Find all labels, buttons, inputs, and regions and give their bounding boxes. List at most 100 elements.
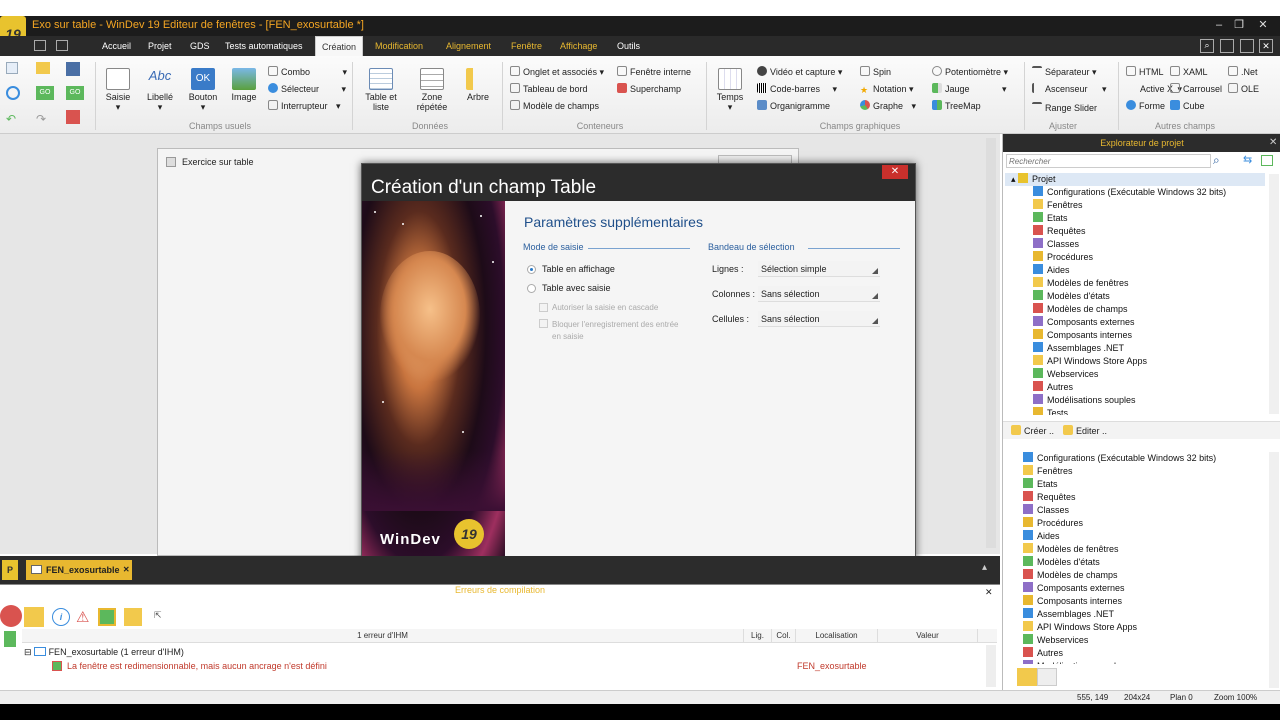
collapse-icon[interactable]: ▴ [982,562,987,573]
tree-item[interactable]: Modèles de fenêtres [1017,543,1267,556]
layout-icon[interactable] [56,40,68,51]
radio-table-saisie[interactable] [527,284,536,293]
xaml-item[interactable]: XAML [1170,64,1208,80]
tree-item[interactable]: Fenêtres [1005,199,1265,212]
carrousel-item[interactable]: Carrousel [1170,81,1222,97]
rangeslider-item[interactable]: Range Slider [1032,98,1097,114]
new-icon[interactable] [6,62,18,74]
tree-item[interactable]: Composants internes [1017,595,1267,608]
header-valeur[interactable]: Valeur [878,629,978,643]
image-error-icon[interactable] [98,608,116,626]
errors-close-icon[interactable]: ✕ [985,587,993,598]
tree-item[interactable]: Classes [1017,504,1267,517]
header-localisation[interactable]: Localisation [796,629,878,643]
libelle-button[interactable]: Abc Libellé ▾ [143,68,177,113]
maximize-icon[interactable] [1240,39,1254,53]
tree-item[interactable]: Requêtes [1005,225,1265,238]
explorer-close-icon[interactable]: ✕ [1269,137,1277,148]
menu-modification[interactable]: Modification [369,36,429,56]
close-icon[interactable]: ✕ [1259,39,1273,53]
tree-item[interactable]: Requêtes [1017,491,1267,504]
tree-item[interactable]: Fenêtres [1017,465,1267,478]
error-group-row[interactable]: ⊟ FEN_exosurtable (1 erreur d'IHM) [24,647,184,658]
tree-item[interactable]: Etats [1017,478,1267,491]
errors-scrollbar[interactable] [986,645,996,687]
tableau-bord-item[interactable]: Tableau de bord [510,81,588,97]
tab-fen-exosurtable[interactable]: FEN_exosurtable ✕ [26,560,132,580]
menu-creation[interactable]: Création [315,36,364,56]
tree-item[interactable]: Tests [1005,407,1265,415]
fenetre-interne-item[interactable]: Fenêtre interne [617,64,691,80]
forme-item[interactable]: Forme ▾ [1126,98,1176,114]
search-icon[interactable]: ⌕ [1213,153,1220,168]
menu-projet[interactable]: Projet [142,36,178,56]
tree-item[interactable]: Classes [1005,238,1265,251]
view-icon[interactable] [1261,155,1273,166]
net-item[interactable]: .Net [1228,64,1258,80]
menu-tests[interactable]: Tests automatiques [219,36,309,56]
open-icon[interactable] [36,62,50,74]
menu-fenetre[interactable]: Fenêtre [505,36,548,56]
organigramme-item[interactable]: Organigramme [757,98,830,114]
html-item[interactable]: HTML [1126,64,1164,80]
tree-item[interactable]: Aides [1017,530,1267,543]
table-button[interactable]: Table et liste [362,68,400,112]
arbre-button[interactable]: Arbre [463,68,493,102]
pointer-icon[interactable]: ⇱ [154,610,166,624]
tree-item[interactable]: Autres [1005,381,1265,394]
temps-button[interactable]: Temps ▾ [714,68,746,113]
menu-accueil[interactable]: Accueil [96,36,137,56]
lignes-select[interactable]: Sélection simple [758,261,880,277]
graphe-item[interactable]: Graphe ▾ [860,98,916,114]
redo-icon[interactable]: ↷ [36,112,50,126]
modele-champs-item[interactable]: Modèle de champs [510,98,599,114]
header-col[interactable]: Col. [772,629,796,643]
bouton-button[interactable]: OK Bouton ▾ [186,68,220,113]
tree-item[interactable]: Procédures [1005,251,1265,264]
codebarres-item[interactable]: Code-barres ▾ [757,81,837,97]
zone-repetee-button[interactable]: Zone répétée [411,68,453,112]
ole-item[interactable]: OLE [1228,81,1259,97]
tree-item[interactable]: Aides [1005,264,1265,277]
error-message[interactable]: La fenêtre est redimensionnable, mais au… [67,661,327,671]
onglet-item[interactable]: Onglet et associés ▾ [510,64,604,80]
tree-item[interactable]: Modèles de champs [1017,569,1267,582]
grid-icon[interactable] [34,40,46,51]
cellules-select[interactable]: Sans sélection [758,311,880,327]
jauge-item[interactable]: Jauge ▾ [932,81,1007,97]
search-tool-icon[interactable] [1017,668,1037,686]
tree-item[interactable]: Modélisations souples [1005,394,1265,407]
maximize-button[interactable]: ❐ [1230,18,1248,32]
tree-item[interactable]: Modèles de fenêtres [1005,277,1265,290]
tree-item[interactable]: Webservices [1017,634,1267,647]
tree-item[interactable]: Modélisations souples [1017,660,1267,664]
radio-table-affichage[interactable] [527,265,536,274]
menu-gds[interactable]: GDS [184,36,216,56]
tree-item[interactable]: Etats [1005,212,1265,225]
notation-item[interactable]: ★ Notation ▾ [860,81,914,97]
tree-icon[interactable] [66,110,80,124]
filter-icon[interactable] [24,607,44,627]
video-item[interactable]: Vidéo et capture ▾ [757,64,842,80]
image-button[interactable]: Image [229,68,259,102]
header-lig[interactable]: Lig. [744,629,772,643]
tree-item[interactable]: API Windows Store Apps [1017,621,1267,634]
tree-item[interactable]: Modèles d'états [1005,290,1265,303]
tree-item[interactable]: Composants externes [1017,582,1267,595]
tree-item[interactable]: Modèles d'états [1017,556,1267,569]
tree-item[interactable]: Configurations (Exécutable Windows 32 bi… [1005,186,1265,199]
tree-item[interactable]: Autres [1017,647,1267,660]
checkbox-saisie-cascade[interactable] [539,303,548,312]
tree-item[interactable]: API Windows Store Apps [1005,355,1265,368]
creer-button[interactable]: Créer .. [1011,423,1054,439]
saisie-button[interactable]: Saisie ▾ [104,68,132,113]
info-icon[interactable]: i [52,608,70,626]
undo-icon[interactable]: ↶ [6,112,20,126]
selecteur-item[interactable]: Sélecteur ▾ [268,81,346,97]
warning-icon[interactable]: ⚠ [76,608,94,626]
error-location[interactable]: FEN_exosurtable [797,661,867,671]
checkbox-bloquer[interactable] [539,319,548,328]
tree-item[interactable]: Webservices [1005,368,1265,381]
tree-item[interactable]: Configurations (Exécutable Windows 32 bi… [1017,452,1267,465]
search-icon[interactable]: ⌕ [1200,39,1214,53]
